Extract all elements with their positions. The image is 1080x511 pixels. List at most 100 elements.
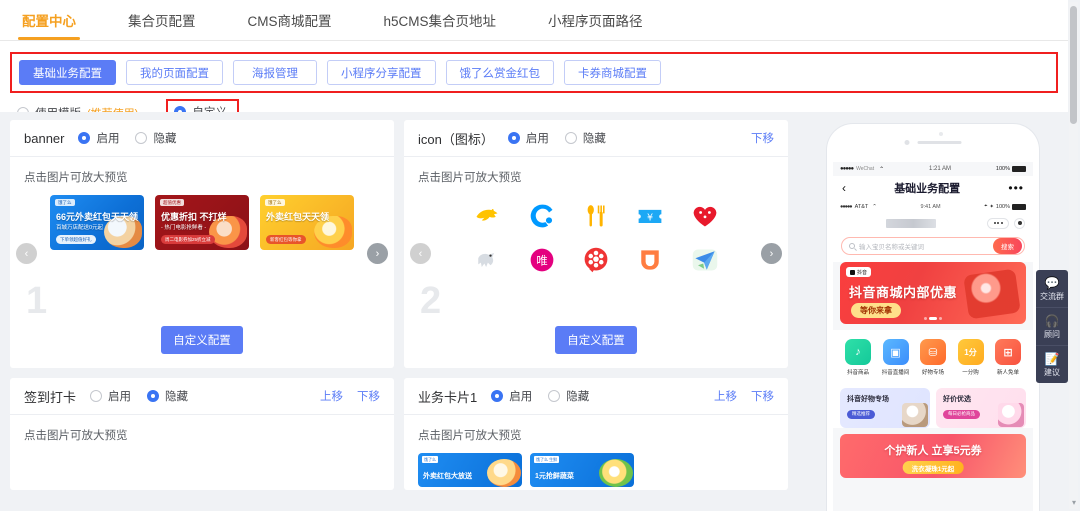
button-label: 我的页面配置: [140, 67, 209, 80]
quick-link-label: 抖音商品: [846, 370, 869, 376]
move-down-link[interactable]: 下移: [751, 130, 774, 146]
btn-basic-business-config[interactable]: 基础业务配置: [19, 60, 116, 85]
preview-hint: 点击图片可放大预览: [24, 172, 128, 184]
module-card-grid: banner 启用 隐藏 点击图片可放大预览 ‹ › 饿了么 66元外卖红包天天…: [10, 120, 788, 511]
quick-link[interactable]: ▣ 抖音直播间: [881, 339, 911, 376]
tab-label: h5CMS集合页地址: [383, 14, 497, 29]
move-down-link[interactable]: 下移: [357, 388, 380, 404]
radio-enable[interactable]: 启用: [491, 388, 532, 404]
tab-miniprogram-page-path[interactable]: 小程序页面路径: [544, 0, 647, 40]
button-label: 饿了么赏金红包: [459, 67, 541, 80]
hero-gift-art: [963, 268, 1021, 320]
promo-card[interactable]: 抖音好物专场 精选推荐: [840, 388, 930, 428]
tab-cms-mall-config[interactable]: CMS商城配置: [244, 0, 336, 40]
carousel-prev-icon[interactable]: ‹: [16, 243, 37, 264]
custom-config-button[interactable]: 自定义配置: [555, 326, 637, 354]
quick-link-glyph: ▣: [890, 346, 901, 359]
icon-cell[interactable]: [678, 243, 732, 277]
banner-carousel: ‹ › 饿了么 66元外卖红包天天领 百城万店配送0元起 下单领超值好礼 超值优…: [10, 185, 394, 326]
preview-hint: 点击图片可放大预览: [418, 430, 522, 442]
dock-item-suggestion[interactable]: 📝 建议: [1036, 346, 1068, 383]
tab-collection-page-config[interactable]: 集合页配置: [124, 0, 200, 40]
phone-hero-banner[interactable]: 抖音 抖音商城内部优惠 等你来拿: [840, 262, 1026, 324]
phone-screen: ●●●●● WeChat ⌃ 1:21 AM 100% ‹ 基础业务配置 •••…: [833, 162, 1033, 511]
tab-config-center[interactable]: 配置中心: [18, 0, 80, 40]
radio-hide[interactable]: 隐藏: [135, 130, 176, 146]
btn-my-page-config[interactable]: 我的页面配置: [126, 60, 223, 85]
icon-carousel: ‹ › ¥ 唯 2: [404, 185, 788, 326]
custom-config-button[interactable]: 自定义配置: [161, 326, 243, 354]
capsule-menu-icon[interactable]: [987, 217, 1009, 229]
front-camera-icon: [939, 132, 943, 136]
card-visibility-radios: 启用 隐藏: [491, 388, 589, 404]
icon-cell[interactable]: 唯: [514, 243, 568, 277]
icon-cell[interactable]: [623, 243, 677, 277]
search-button[interactable]: 搜索: [993, 238, 1022, 254]
move-down-link[interactable]: 下移: [751, 388, 774, 404]
mini-banner-title: 外卖红包大放送: [423, 473, 472, 480]
btn-poster-management[interactable]: 海报管理: [233, 60, 317, 85]
search-box[interactable]: 输入宝贝名称或关键词 搜索: [841, 237, 1025, 255]
radio-dot: [507, 132, 520, 144]
carousel-slides: 饿了么 66元外卖红包天天领 百城万店配送0元起 下单领超值好礼 超值优惠 优惠…: [20, 191, 384, 250]
btn-miniprogram-share-config[interactable]: 小程序分享配置: [327, 60, 436, 85]
icon-cell[interactable]: [678, 199, 732, 233]
icon-cell[interactable]: [460, 199, 514, 233]
speaker-bar: [917, 141, 962, 144]
quick-link[interactable]: ⛁ 好物专场: [918, 339, 948, 376]
speaker-dot: [904, 140, 910, 145]
move-up-link[interactable]: 上移: [320, 388, 343, 404]
icon-cell[interactable]: [569, 243, 623, 277]
carousel-next-icon[interactable]: ›: [761, 243, 782, 264]
radio-enable[interactable]: 启用: [507, 130, 549, 146]
mini-banner[interactable]: 饿了么 外卖红包大放送: [418, 453, 522, 487]
phone-bottom-banner[interactable]: 个护新人 立享5元券 洗衣凝珠1元起: [840, 434, 1026, 478]
preview-hint: 点击图片可放大预览: [24, 430, 128, 442]
jd-dog-icon: [478, 253, 495, 267]
card-actions: 下移: [751, 130, 774, 146]
quick-link[interactable]: ♪ 抖音商品: [843, 339, 873, 376]
mini-banner[interactable]: 饿了么 生鲜 1元抢鲜蔬菜: [530, 453, 634, 487]
carrier-label: WeChat: [856, 166, 875, 172]
vertical-scrollbar[interactable]: [1069, 2, 1078, 509]
scrollbar-thumb[interactable]: [1070, 6, 1077, 124]
mini-banner-tag: 饿了么 生鲜: [534, 456, 560, 463]
radio-enable[interactable]: 启用: [90, 388, 131, 404]
btn-eleme-bounty-redpacket[interactable]: 饿了么赏金红包: [445, 60, 554, 85]
preview-hint: 点击图片可放大预览: [418, 172, 522, 184]
scroll-down-caret-icon[interactable]: ▾: [1072, 498, 1076, 507]
tab-h5cms-collection-url[interactable]: h5CMS集合页地址: [380, 0, 501, 40]
carousel-prev-icon[interactable]: ‹: [410, 243, 431, 264]
hero-carousel-dots[interactable]: [924, 317, 942, 320]
icon-cell[interactable]: [514, 199, 568, 233]
module-card-business-1: 业务卡片1 启用 隐藏 上移 下移 点击图片可放大预览 饿了么 外卖红包大放送 …: [404, 378, 788, 490]
live-room-icon: ▣: [882, 339, 909, 365]
button-label: 基础业务配置: [33, 67, 102, 80]
move-up-link[interactable]: 上移: [714, 388, 737, 404]
shopping-bag-icon: ⛁: [920, 339, 946, 365]
card-visibility-radios: 启用 隐藏: [507, 130, 606, 146]
radio-hide[interactable]: 隐藏: [564, 130, 606, 146]
banner-slide[interactable]: 超值优惠 优惠折扣 不打烊 - 热门电影抢鲜看 - 周二电影券加25折立减: [155, 195, 249, 250]
banner-slide[interactable]: 饿了么 外卖红包天天领 新客红包等你拿: [260, 195, 354, 250]
capsule-close-icon[interactable]: [1014, 217, 1025, 229]
food-cutlery-icon: [587, 205, 605, 227]
btn-coupon-mall-config[interactable]: 卡券商城配置: [564, 60, 661, 85]
radio-enable[interactable]: 启用: [78, 130, 119, 146]
phone-frame: ●●●●● WeChat ⌃ 1:21 AM 100% ‹ 基础业务配置 •••…: [827, 124, 1039, 511]
icon-cell[interactable]: [460, 243, 514, 277]
carousel-next-icon[interactable]: ›: [367, 243, 388, 264]
dock-item-chat-group[interactable]: 💬 交流群: [1036, 270, 1068, 308]
icon-cell[interactable]: ¥: [623, 199, 677, 233]
card-actions: 上移 下移: [320, 388, 380, 404]
quick-link[interactable]: 1分 一分购: [956, 339, 986, 376]
dock-item-advisor[interactable]: 🎧 顾问: [1036, 308, 1068, 346]
icon-cell[interactable]: [569, 199, 623, 233]
quick-link[interactable]: ⊞ 新人免单: [993, 339, 1023, 376]
banner-slide[interactable]: 饿了么 66元外卖红包天天领 百城万店配送0元起 下单领超值好礼: [50, 195, 144, 250]
phone-preview-pane: ●●●●● WeChat ⌃ 1:21 AM 100% ‹ 基础业务配置 •••…: [798, 120, 1068, 511]
radio-hide[interactable]: 隐藏: [147, 388, 188, 404]
more-options-icon[interactable]: •••: [1008, 181, 1024, 195]
promo-card[interactable]: 好价优选 每日必抢商品: [936, 388, 1026, 428]
radio-hide[interactable]: 隐藏: [548, 388, 589, 404]
